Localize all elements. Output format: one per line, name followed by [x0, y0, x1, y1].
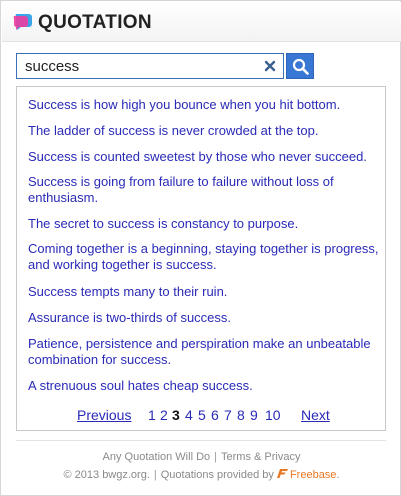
clear-icon[interactable]: [261, 57, 279, 75]
about-link[interactable]: Any Quotation Will Do: [103, 451, 211, 463]
app-window: QUOTATION Success is how high you bounce…: [0, 0, 401, 496]
quote-item[interactable]: Coming together is a beginning, staying …: [28, 241, 380, 273]
page-link[interactable]: 4: [185, 407, 193, 423]
page-link[interactable]: 10: [265, 407, 281, 423]
search-icon: [292, 58, 309, 75]
search-button[interactable]: [286, 53, 314, 79]
quote-item[interactable]: The secret to success is constancy to pu…: [28, 216, 380, 232]
search-input[interactable]: [17, 54, 257, 78]
quote-item[interactable]: Success is going from failure to failure…: [28, 174, 380, 206]
speech-bubble-icon: [13, 12, 35, 32]
footer-period: .: [336, 469, 340, 481]
freebase-link[interactable]: Freebase: [290, 469, 336, 481]
freebase-icon: [276, 468, 289, 479]
page-link[interactable]: 9: [250, 407, 258, 423]
previous-link[interactable]: Previous: [77, 407, 131, 423]
quote-item[interactable]: Success is counted sweetest by those who…: [28, 149, 380, 165]
app-title: QUOTATION: [38, 12, 152, 33]
quote-item[interactable]: Success tempts many to their ruin.: [28, 284, 380, 300]
provider-text: Quotations provided by: [160, 469, 274, 481]
search-box: [16, 53, 284, 79]
terms-link[interactable]: Terms & Privacy: [221, 451, 300, 463]
page-link[interactable]: 2: [160, 407, 168, 423]
copyright-text: © 2013 bwgz.org.: [63, 469, 150, 481]
footer-links: Any Quotation Will Do | Terms & Privacy: [102, 451, 301, 463]
footer-divider: [16, 440, 386, 441]
page-link[interactable]: 6: [211, 407, 219, 423]
pagination: Previous 1 2 3 4 5 6 7 8 9 10 Next: [17, 407, 387, 425]
next-link[interactable]: Next: [301, 407, 330, 423]
results-panel: Success is how high you bounce when you …: [16, 86, 386, 431]
quote-item[interactable]: Patience, persistence and perspiration m…: [28, 336, 380, 368]
page-link[interactable]: 7: [224, 407, 232, 423]
quote-item[interactable]: Assurance is two-thirds of success.: [28, 310, 380, 326]
quote-item[interactable]: A strenuous soul hates cheap success.: [28, 378, 380, 394]
page-link[interactable]: 1: [148, 407, 156, 423]
app-header: QUOTATION: [2, 2, 401, 42]
footer-credits: © 2013 bwgz.org. | Quotations provided by …: [63, 468, 340, 481]
quote-item[interactable]: The ladder of success is never crowded a…: [28, 123, 380, 139]
page-link[interactable]: 8: [237, 407, 245, 423]
page-current: 3: [172, 407, 180, 423]
quote-item[interactable]: Success is how high you bounce when you …: [28, 97, 380, 113]
page-link[interactable]: 5: [198, 407, 206, 423]
